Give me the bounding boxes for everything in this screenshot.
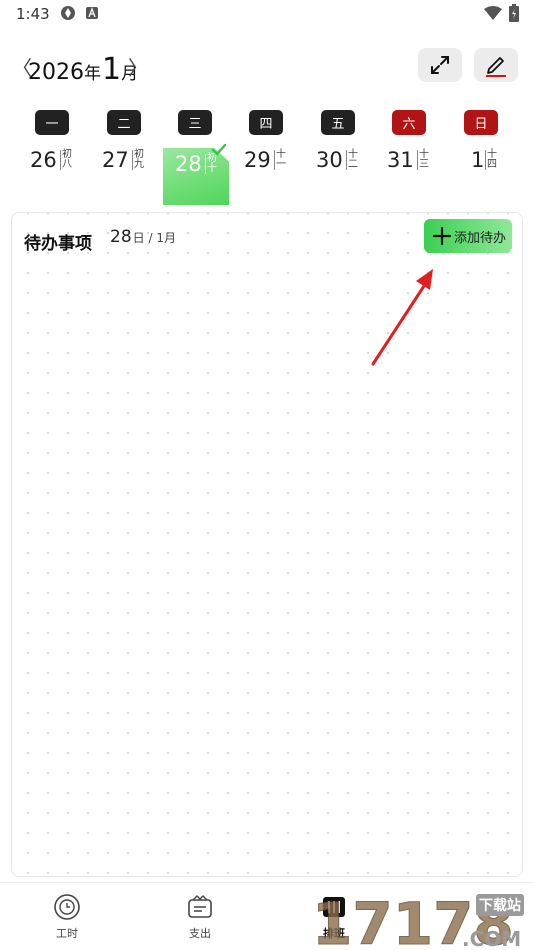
svg-text:.COM: .COM	[462, 927, 521, 950]
pen-icon	[486, 57, 506, 77]
todo-date: 28 日 / 1月	[110, 227, 176, 247]
expand-button[interactable]	[418, 48, 462, 82]
todo-date-day: 28	[110, 227, 132, 247]
date-number: 29	[244, 148, 271, 172]
lunar-date: 十四	[485, 149, 497, 170]
date-cell: 31 十三	[373, 148, 445, 176]
nav-item-worktime[interactable]: 工时	[32, 893, 102, 949]
wifi-icon	[484, 6, 502, 20]
day-column-wed[interactable]: 三	[159, 108, 231, 208]
status-time: 1:43	[16, 5, 50, 23]
app-notification-icon	[86, 7, 98, 19]
edit-button[interactable]	[474, 48, 518, 82]
status-bar: 1:43	[0, 0, 534, 28]
date-number: 1	[471, 148, 485, 172]
month-title[interactable]: 2026 年 1 月	[28, 52, 138, 87]
date-cell: 27 初九	[88, 148, 160, 176]
nav-label: 工时	[56, 927, 78, 940]
weekday-badge: 六	[392, 110, 426, 135]
weekday-badge: 二	[107, 110, 141, 135]
lunar-date: 十三	[417, 149, 429, 170]
date-cell: 1 十四	[445, 148, 517, 176]
lunar-date: 初九	[132, 149, 144, 170]
watermark-tag: 下载站	[476, 894, 524, 916]
day-column-tue[interactable]: 二 27 初九	[88, 108, 160, 208]
date-number: 30	[316, 148, 343, 172]
year-text: 2026	[28, 60, 84, 85]
weekday-badge: 四	[249, 110, 283, 135]
add-todo-label: 添加待办	[454, 230, 507, 246]
date-number: 26	[30, 148, 57, 172]
battery-icon	[509, 4, 519, 22]
weekday-badge: 一	[35, 110, 69, 135]
todo-date-suffix: 日 / 1月	[132, 231, 176, 245]
nav-item-expense[interactable]: 支出	[165, 893, 235, 949]
date-number: 31	[387, 148, 414, 172]
weekday-badge: 三	[178, 110, 212, 135]
todo-title: 待办事项	[24, 234, 92, 254]
day-column-thu[interactable]: 四 29 十一	[230, 108, 302, 208]
week-strip: 28 初十 一 26 初八 二 27 初九 三 四 29 十一 五 30 十二 …	[0, 108, 534, 208]
day-column-sun[interactable]: 日 1 十四	[445, 108, 517, 208]
day-column-mon[interactable]: 一 26 初八	[16, 108, 88, 208]
next-month-button[interactable]: 〉	[128, 58, 148, 78]
month-number: 1	[102, 52, 122, 87]
date-cell: 29 十一	[230, 148, 302, 176]
date-cell: 30 十二	[302, 148, 374, 176]
sync-status-icon	[61, 6, 75, 20]
day-column-sat[interactable]: 六 31 十三	[373, 108, 445, 208]
weekday-badge: 五	[321, 110, 355, 135]
plus-icon	[432, 226, 452, 246]
year-suffix: 年	[84, 64, 101, 84]
lunar-date: 初八	[60, 149, 72, 170]
wallet-icon	[188, 895, 212, 918]
check-icon	[212, 144, 226, 156]
add-todo-button[interactable]: 添加待办	[424, 219, 512, 253]
day-column-fri[interactable]: 五 30 十二	[302, 108, 374, 208]
prev-month-button[interactable]: 〈	[12, 58, 32, 78]
lunar-date: 十一	[274, 149, 286, 170]
expand-icon	[431, 56, 449, 74]
date-number: 27	[102, 148, 129, 172]
date-cell: 26 初八	[16, 148, 88, 176]
todo-panel: 待办事项 28 日 / 1月 添加待办	[11, 212, 523, 877]
nav-label: 支出	[189, 927, 211, 940]
clock-icon	[54, 894, 80, 920]
lunar-date: 十二	[346, 149, 358, 170]
weekday-badge: 日	[464, 110, 498, 135]
